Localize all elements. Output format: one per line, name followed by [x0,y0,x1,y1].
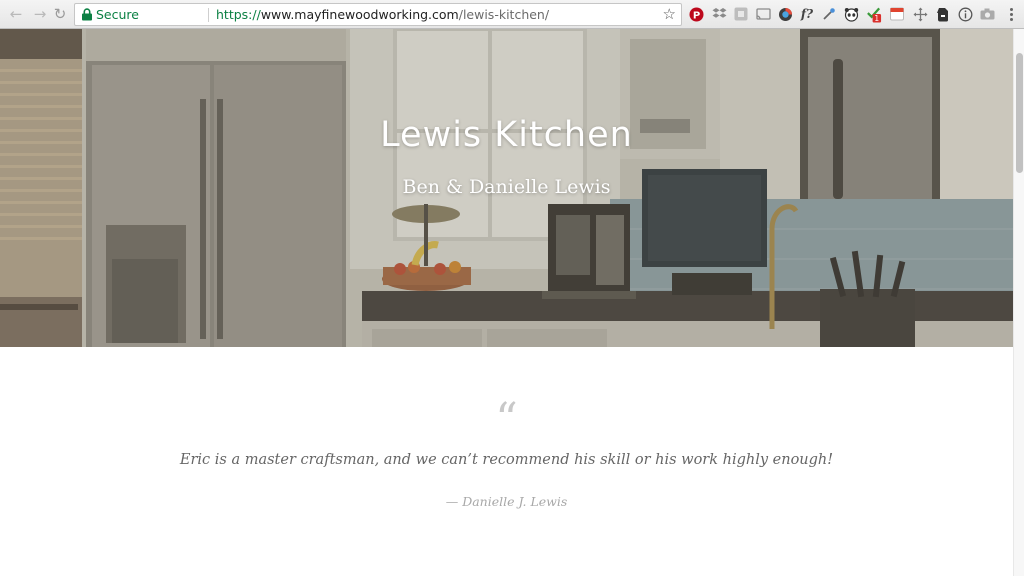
checklist-icon[interactable]: 1 [866,6,882,23]
url-path: /lewis-kitchen/ [458,7,550,22]
camera-icon[interactable] [979,6,995,22]
move-icon[interactable] [912,6,928,22]
browser-toolbar: ← → ↻ Secure https://www.mayfinewoodwork… [0,0,1024,29]
dropbox-icon[interactable] [711,6,727,22]
panda-icon[interactable] [843,6,859,22]
back-arrow-icon[interactable]: ← [6,4,26,24]
color-picker-icon[interactable] [777,6,793,22]
info-icon[interactable] [957,6,973,22]
address-bar[interactable]: Secure https://www.mayfinewoodworking.co… [74,3,682,26]
bookmark-star-icon[interactable]: ☆ [663,4,676,25]
screenshot-icon[interactable] [733,6,749,22]
forward-arrow-icon[interactable]: → [30,4,50,24]
testimonial-citation: — Danielle J. Lewis [445,494,568,509]
reload-icon[interactable]: ↻ [50,4,70,24]
pinterest-icon[interactable]: P [688,6,704,22]
font-finder-icon[interactable]: f? [799,6,815,22]
evernote-icon[interactable] [934,6,950,22]
url-host: www.mayfinewoodworking.com [260,7,459,22]
page-subtitle: Ben & Danielle Lewis [402,176,611,198]
eyedropper-icon[interactable] [821,6,837,22]
quote-mark-icon: “ [495,394,518,445]
svg-text:P: P [692,10,699,21]
lock-icon [82,8,92,21]
page-title: Lewis Kitchen [380,115,633,155]
scrollbar-thumb[interactable] [1016,53,1023,173]
menu-icon[interactable] [1006,6,1016,22]
security-label: Secure [96,7,139,22]
url-scheme: https:// [216,7,261,22]
cast-icon[interactable] [755,6,771,22]
vertical-scrollbar[interactable] [1013,29,1024,576]
checklist-badge: 1 [874,14,879,23]
hero-banner: Lewis Kitchen Ben & Danielle Lewis [0,29,1013,347]
url-text[interactable]: https://www.mayfinewoodworking.com/lewis… [216,4,549,25]
calendar-icon[interactable] [889,6,905,22]
address-separator [208,8,209,22]
testimonial-quote: Eric is a master craftsman, and we can’t… [179,452,834,468]
